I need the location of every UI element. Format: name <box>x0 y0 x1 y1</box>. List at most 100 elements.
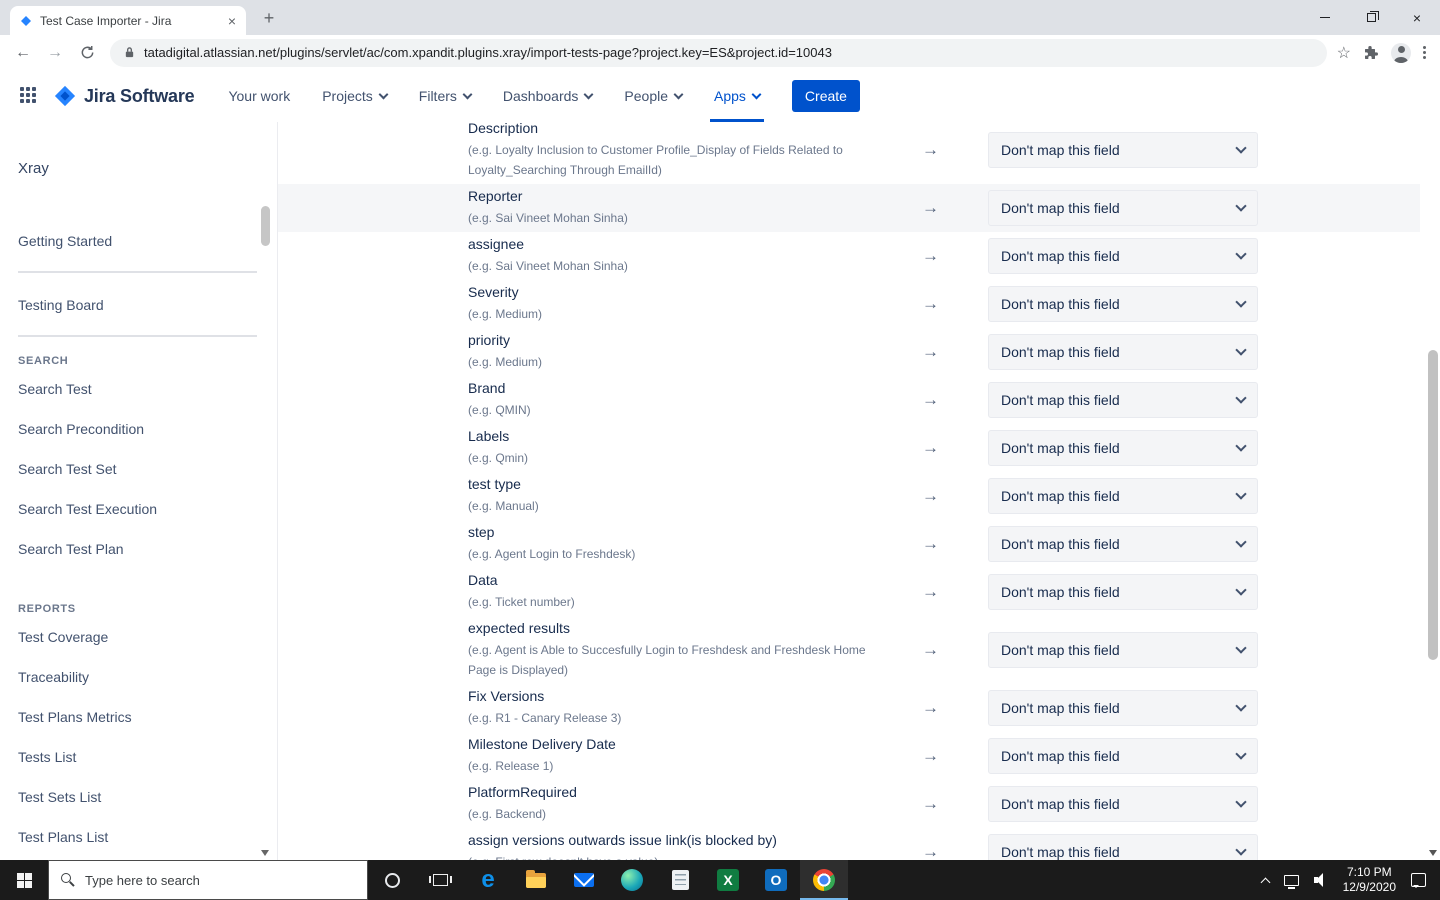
field-mapping-select[interactable]: Don't map this field <box>988 738 1258 774</box>
action-center-icon[interactable] <box>1411 873 1426 888</box>
select-value: Don't map this field <box>1001 844 1120 860</box>
restore-icon <box>1366 11 1379 22</box>
nav-item-dashboards[interactable]: Dashboards <box>499 70 597 122</box>
sidebar-item-search-precondition[interactable]: Search Precondition <box>18 409 277 449</box>
new-tab-button[interactable]: + <box>256 5 282 31</box>
sidebar-item-getting-started[interactable]: Getting Started <box>18 221 277 261</box>
field-name: expected results <box>468 620 570 636</box>
sidebar-item-search-test-execution[interactable]: Search Test Execution <box>18 489 277 529</box>
display-icon[interactable] <box>1283 874 1299 889</box>
field-mapping-select[interactable]: Don't map this field <box>988 190 1258 226</box>
start-button[interactable] <box>0 860 48 900</box>
file-explorer-button[interactable] <box>512 860 560 900</box>
back-button[interactable]: ← <box>8 38 38 68</box>
mapping-row: Brand (e.g. QMIN) → Don't map this field <box>278 376 1420 424</box>
nav-item-filters[interactable]: Filters <box>415 70 475 122</box>
field-mapping-select[interactable]: Don't map this field <box>988 526 1258 562</box>
tray-expand-icon[interactable] <box>1260 877 1271 887</box>
sidebar-item-testing-board[interactable]: Testing Board <box>18 285 277 325</box>
create-button[interactable]: Create <box>791 80 860 112</box>
forward-button[interactable]: → <box>40 38 70 68</box>
field-mapping-select[interactable]: Don't map this field <box>988 334 1258 370</box>
app-switcher-icon[interactable] <box>20 87 38 105</box>
notepad-icon <box>671 870 689 890</box>
tab-title: Test Case Importer - Jira <box>40 13 172 28</box>
sidebar-item-traceability[interactable]: Traceability <box>18 657 277 697</box>
sidebar-item-tests-list[interactable]: Tests List <box>18 737 277 777</box>
sidebar-item-test-plans-list[interactable]: Test Plans List <box>18 817 277 857</box>
task-view-button[interactable] <box>416 860 464 900</box>
chevron-down-icon <box>1235 392 1247 404</box>
taskbar-clock[interactable]: 7:10 PM 12/9/2020 <box>1343 865 1396 895</box>
chevron-down-icon <box>1235 584 1247 596</box>
field-info: test type (e.g. Manual) <box>468 472 920 520</box>
bookmark-star-icon[interactable]: ☆ <box>1337 43 1351 63</box>
sidebar-item-search-test-plan[interactable]: Search Test Plan <box>18 529 277 569</box>
profile-avatar[interactable] <box>1391 42 1411 63</box>
sidebar-item-test-sets-list[interactable]: Test Sets List <box>18 777 277 817</box>
url-text[interactable]: tatadigital.atlassian.net/plugins/servle… <box>144 45 832 60</box>
taskbar-search[interactable]: Type here to search <box>48 860 368 900</box>
field-mapping-select[interactable]: Don't map this field <box>988 382 1258 418</box>
globe-button[interactable] <box>608 860 656 900</box>
field-mapping-select[interactable]: Don't map this field <box>988 478 1258 514</box>
field-example: (e.g. First row doesn't have a value) <box>468 852 868 860</box>
select-value: Don't map this field <box>1001 142 1120 158</box>
field-mapping-select[interactable]: Don't map this field <box>988 690 1258 726</box>
field-mapping-select[interactable]: Don't map this field <box>988 238 1258 274</box>
select-value: Don't map this field <box>1001 440 1120 456</box>
field-info: Description (e.g. Loyalty Inclusion to Cu… <box>468 122 920 184</box>
speaker-icon[interactable] <box>1313 873 1328 887</box>
excel-button[interactable]: X <box>704 860 752 900</box>
sidebar-item-test-coverage[interactable]: Test Coverage <box>18 617 277 657</box>
outlook-button[interactable]: O <box>752 860 800 900</box>
field-info: priority (e.g. Medium) <box>468 328 920 376</box>
field-mapping-select[interactable]: Don't map this field <box>988 286 1258 322</box>
sidebar-scroll-down-icon[interactable] <box>261 850 269 856</box>
main-scroll-down-icon[interactable] <box>1429 850 1437 856</box>
browser-tab[interactable]: Test Case Importer - Jira × <box>10 6 246 35</box>
minimize-icon <box>1320 17 1330 18</box>
mapping-row: test type (e.g. Manual) → Don't map this fi… <box>278 472 1420 520</box>
jira-logo[interactable]: Jira Software <box>54 85 195 107</box>
field-info: PlatformRequired (e.g. Backend) <box>468 780 920 828</box>
field-mapping-select[interactable]: Don't map this field <box>988 430 1258 466</box>
chrome-button[interactable] <box>800 860 848 900</box>
address-bar[interactable]: tatadigital.atlassian.net/plugins/servle… <box>110 38 1327 67</box>
mail-button[interactable] <box>560 860 608 900</box>
field-mapping-select[interactable]: Don't map this field <box>988 834 1258 860</box>
restore-button[interactable] <box>1348 0 1394 35</box>
tab-close-icon[interactable]: × <box>228 14 236 28</box>
browser-menu-icon[interactable] <box>1423 46 1426 59</box>
sidebar-item-test-plans-metrics[interactable]: Test Plans Metrics <box>18 697 277 737</box>
edge-button[interactable]: e <box>464 860 512 900</box>
nav-item-your-work[interactable]: Your work <box>224 70 294 122</box>
sidebar: Xray Getting Started Testing Board SEARCH S… <box>0 122 278 860</box>
jira-nav-items: Your work Projects Filters Dashboards People… <box>224 70 787 122</box>
field-name: assign versions outwards issue link(is b… <box>468 832 777 848</box>
field-info: Brand (e.g. QMIN) <box>468 376 920 424</box>
field-name: PlatformRequired <box>468 784 577 800</box>
chevron-down-icon <box>1235 642 1247 654</box>
browser-toolbar: ← → tatadigital.atlassian.net/plugins/se… <box>0 35 1440 70</box>
notepad-button[interactable] <box>656 860 704 900</box>
nav-item-projects[interactable]: Projects <box>318 70 391 122</box>
main-scrollbar[interactable] <box>1428 350 1438 660</box>
close-button[interactable]: × <box>1394 0 1440 35</box>
nav-item-people[interactable]: People <box>620 70 686 122</box>
sidebar-item-search-test-set[interactable]: Search Test Set <box>18 449 277 489</box>
field-mapping-select[interactable]: Don't map this field <box>988 574 1258 610</box>
sidebar-item-search-test[interactable]: Search Test <box>18 369 277 409</box>
mapping-row: assign versions outwards issue link(is b… <box>278 828 1420 860</box>
refresh-button[interactable] <box>72 38 102 68</box>
extensions-icon[interactable] <box>1363 45 1379 61</box>
nav-item-apps[interactable]: Apps <box>710 70 764 122</box>
field-mapping-select[interactable]: Don't map this field <box>988 786 1258 822</box>
minimize-button[interactable] <box>1302 0 1348 35</box>
sidebar-scrollbar[interactable] <box>261 206 270 246</box>
field-mapping-select[interactable]: Don't map this field <box>988 632 1258 668</box>
map-arrow-icon: → <box>922 342 939 361</box>
field-mapping-select[interactable]: Don't map this field <box>988 132 1258 168</box>
cortana-button[interactable] <box>368 860 416 900</box>
field-info: Fix Versions (e.g. R1 - Canary Release 3) <box>468 684 920 732</box>
